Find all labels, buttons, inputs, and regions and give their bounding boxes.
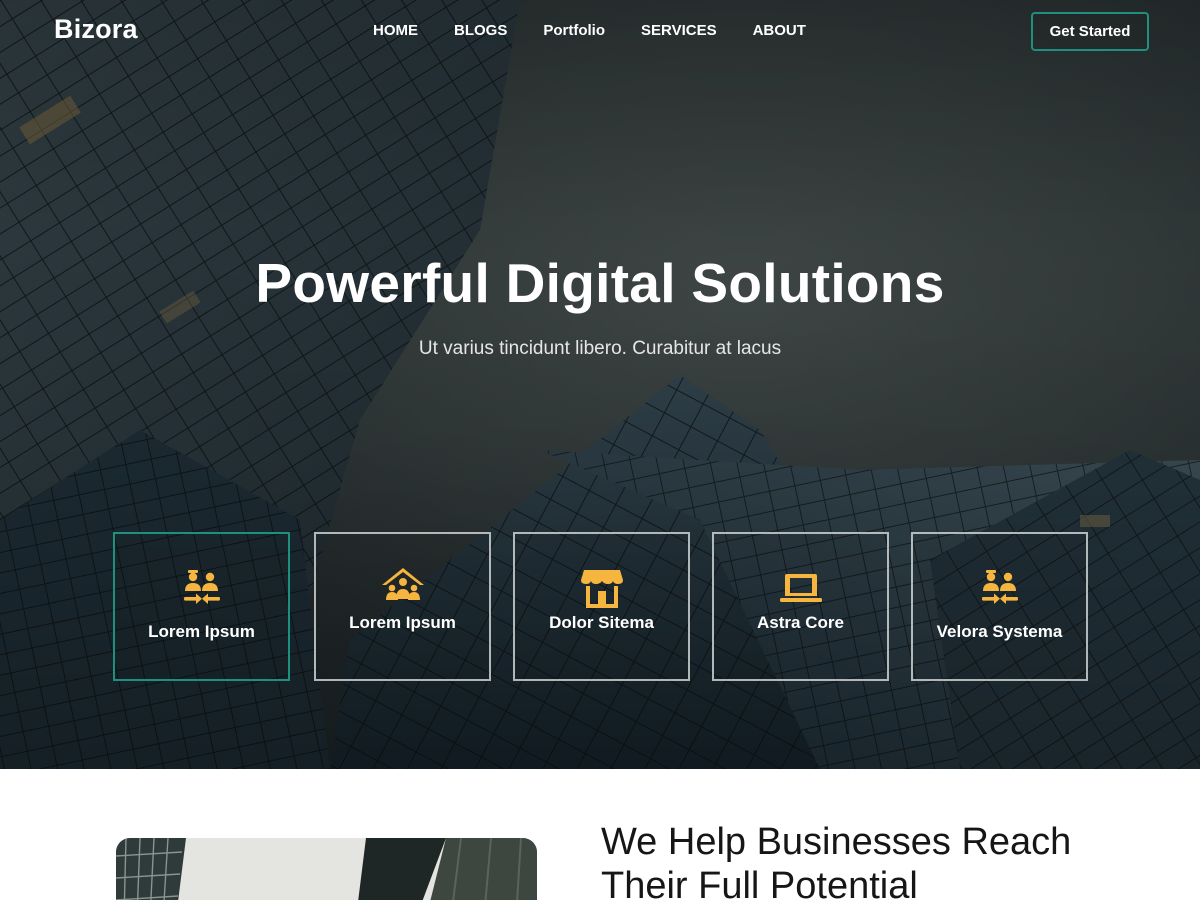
people-exchange-icon: [981, 570, 1018, 604]
hero-subtitle: Ut varius tincidunt libero. Curabitur at…: [418, 338, 782, 359]
main-nav: HOME BLOGS Portfolio SERVICES ABOUT: [373, 22, 806, 39]
nav-blogs[interactable]: BLOGS: [454, 22, 507, 39]
people-exchange-icon: [183, 570, 220, 604]
nav-services[interactable]: SERVICES: [641, 22, 717, 39]
nav-about[interactable]: ABOUT: [753, 22, 806, 39]
feature-card-4[interactable]: Astra Core: [712, 532, 889, 681]
feature-card-label: Lorem Ipsum: [148, 622, 255, 641]
hero-title: Powerful Digital Solutions: [255, 252, 945, 314]
about-image: [116, 838, 537, 900]
site-logo[interactable]: Bizora: [54, 14, 138, 45]
laptop-icon: [779, 574, 822, 602]
about-title: We Help Businesses Reach Their Full Pote…: [601, 821, 1072, 900]
feature-card-label: Dolor Sitema: [549, 613, 654, 632]
nav-home[interactable]: HOME: [373, 22, 418, 39]
family-home-icon: [381, 568, 424, 600]
feature-card-label: Astra Core: [757, 613, 844, 632]
nav-portfolio[interactable]: Portfolio: [543, 22, 605, 39]
get-started-button[interactable]: Get Started: [1031, 12, 1149, 51]
feature-card-3[interactable]: Dolor Sitema: [513, 532, 690, 681]
hero-section: Bizora HOME BLOGS Portfolio SERVICES ABO…: [0, 0, 1200, 769]
feature-card-1[interactable]: Lorem Ipsum: [113, 532, 290, 681]
storefront-icon: [580, 570, 623, 608]
feature-card-2[interactable]: Lorem Ipsum: [314, 532, 491, 681]
about-image-photo: [116, 838, 537, 900]
feature-card-label: Lorem Ipsum: [349, 613, 456, 632]
feature-card-label: Velora Systema: [936, 622, 1063, 641]
feature-card-5[interactable]: Velora Systema: [911, 532, 1088, 681]
